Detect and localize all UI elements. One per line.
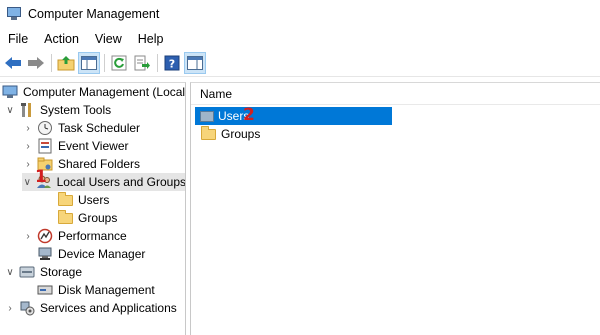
tree-item-label: Services and Applications (40, 301, 177, 315)
menu-view[interactable]: View (87, 32, 130, 46)
annotation-step-1: 1 (35, 167, 47, 187)
toolbar-separator (51, 54, 52, 72)
tree-item-label: Device Manager (58, 247, 146, 261)
collapse-chevron-icon[interactable]: ∨ (4, 266, 16, 278)
tree-item-system-tools[interactable]: ∨ System Tools (4, 101, 111, 119)
tree-item-storage[interactable]: ∨ Storage (4, 263, 82, 281)
toolbar-separator (157, 54, 158, 72)
console-tree: Computer Management (Local ∨ System Tool… (0, 82, 186, 335)
expand-chevron-icon[interactable]: › (4, 302, 16, 314)
tree-item-label: Users (78, 193, 110, 207)
results-pane: Name Users Groups 2 (190, 82, 600, 335)
folder-icon (57, 191, 73, 208)
users-folder-icon (200, 110, 214, 122)
expand-chevron-icon[interactable]: › (22, 122, 34, 134)
show-hide-action-pane-icon[interactable] (184, 52, 206, 74)
tree-item-device-manager[interactable]: Device Manager (37, 245, 145, 263)
list-item-groups[interactable]: Groups (195, 125, 260, 143)
tree-item-label: Task Scheduler (58, 121, 141, 135)
forward-arrow-icon[interactable] (26, 53, 46, 73)
device-manager-icon (37, 246, 53, 262)
expand-chevron-icon[interactable]: › (22, 230, 34, 242)
tree-item-label: Groups (78, 211, 118, 225)
tree-item-disk-management[interactable]: Disk Management (37, 281, 155, 299)
expand-chevron-icon[interactable]: › (22, 158, 34, 170)
services-icon (19, 300, 35, 316)
tree-item-label: Disk Management (58, 283, 155, 297)
tree-item-label: Event Viewer (58, 139, 129, 153)
tree-item-computer-management[interactable]: Computer Management (Local (2, 83, 185, 101)
list-item-label: Groups (221, 127, 261, 141)
menu-file[interactable]: File (0, 32, 36, 46)
column-header-name[interactable]: Name (191, 83, 600, 105)
computer-icon (2, 84, 18, 100)
tree-item-label: Performance (58, 229, 127, 243)
tree-item-services-and-applications[interactable]: › Services and Applications (4, 299, 177, 317)
refresh-icon[interactable] (109, 53, 129, 73)
back-arrow-icon[interactable] (3, 53, 23, 73)
collapse-chevron-icon[interactable]: ∨ (4, 104, 16, 116)
collapse-chevron-icon[interactable]: ∨ (22, 176, 33, 188)
performance-icon (37, 228, 53, 244)
menu-help[interactable]: Help (130, 32, 172, 46)
tree-item-label: Shared Folders (58, 157, 141, 171)
tree-item-event-viewer[interactable]: › Event Viewer (22, 137, 128, 155)
annotation-step-2: 2 (243, 105, 255, 125)
list-item-users[interactable]: Users (195, 107, 392, 125)
computer-management-icon (7, 7, 21, 21)
storage-icon (19, 264, 35, 280)
toolbar-separator (104, 54, 105, 72)
tree-item-label: Storage (40, 265, 83, 279)
svg-text:?: ? (169, 58, 175, 71)
tree-item-label: Local Users and Groups (56, 175, 186, 189)
tools-icon (19, 102, 35, 118)
tree-item-label: System Tools (40, 103, 112, 117)
menu-bar: File Action View Help (0, 28, 600, 50)
up-folder-icon[interactable] (56, 53, 76, 73)
tree-item-task-scheduler[interactable]: › Task Scheduler (22, 119, 140, 137)
toolbar: ? (0, 50, 600, 77)
menu-action[interactable]: Action (36, 32, 87, 46)
disk-icon (37, 282, 53, 298)
tree-item-users[interactable]: Users (57, 191, 109, 209)
event-viewer-icon (37, 138, 53, 154)
title-bar: Computer Management (0, 0, 600, 28)
tree-item-groups[interactable]: Groups (57, 209, 117, 227)
export-list-icon[interactable] (132, 53, 152, 73)
show-hide-console-tree-icon[interactable] (78, 52, 100, 74)
window-title: Computer Management (28, 7, 160, 21)
folder-icon (200, 125, 216, 142)
expand-chevron-icon[interactable]: › (22, 140, 34, 152)
tree-item-label: Computer Management (Local (23, 85, 186, 99)
clock-icon (37, 120, 53, 136)
help-icon[interactable]: ? (162, 53, 182, 73)
folder-icon (57, 209, 73, 226)
tree-item-performance[interactable]: › Performance (22, 227, 127, 245)
